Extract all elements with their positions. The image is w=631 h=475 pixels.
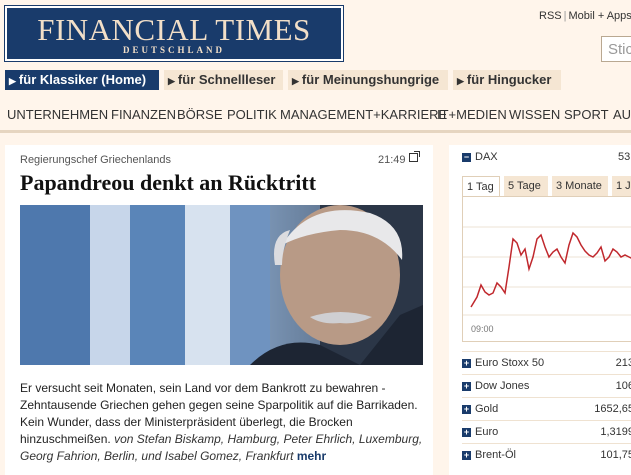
market-row[interactable]: + Dow Jones 106 [462, 374, 631, 397]
range-tab-5-days[interactable]: 5 Tage [504, 176, 548, 196]
market-row[interactable]: + Euro Stoxx 50 213 [462, 351, 631, 374]
article-headline[interactable]: Papandreou denkt an Rücktritt [20, 170, 316, 196]
tab-label: für Hingucker [466, 72, 552, 87]
nav-management-karriere[interactable]: MANAGEMENT+KARRIERE [280, 107, 447, 122]
nav-politik[interactable]: POLITIK [227, 107, 277, 122]
minus-icon[interactable]: − [462, 152, 471, 162]
plus-icon[interactable]: + [462, 450, 471, 460]
market-row[interactable]: + Euro 1,3199 [462, 420, 631, 443]
search-input[interactable]: Stic [601, 36, 631, 62]
market-value: 1652,65 [594, 403, 631, 415]
plus-icon[interactable]: + [462, 358, 471, 368]
dax-value: 53 [618, 151, 631, 163]
arrow-right-icon: ▶ [9, 76, 16, 86]
photo-illustration [20, 205, 423, 365]
dax-header[interactable]: − DAX [462, 151, 498, 163]
range-tab-3-months[interactable]: 3 Monate [552, 176, 608, 196]
tab-schnellleser[interactable]: ▶ für Schnellleser [164, 70, 283, 90]
top-links: RSS | Mobil + Apps [539, 10, 631, 22]
dax-series-line [470, 231, 631, 308]
market-row[interactable]: + Gold 1652,65 [462, 397, 631, 420]
market-name: Dow Jones [475, 380, 530, 392]
logo-title: FINANCIAL TIMES [37, 12, 311, 47]
logo-subtitle: DEUTSCHLAND [122, 45, 225, 55]
plus-icon[interactable]: + [462, 404, 471, 414]
market-name: Brent-Öl [475, 449, 516, 461]
arrow-right-icon: ▶ [168, 76, 175, 86]
market-name: Euro Stoxx 50 [475, 357, 545, 369]
range-tab-1-year[interactable]: 1 Ja [612, 176, 631, 196]
rss-link[interactable]: RSS [539, 10, 562, 22]
chart-x-label: 09:00 [471, 324, 494, 334]
nav-it-medien[interactable]: IT+MEDIEN [437, 107, 507, 122]
article-teaser: Er versucht seit Monaten, sein Land vor … [20, 380, 424, 465]
link-separator: | [563, 10, 567, 22]
arrow-right-icon: ▶ [457, 76, 464, 86]
market-name: Gold [475, 403, 499, 415]
market-value: 101,75 [600, 449, 631, 461]
plus-icon[interactable]: + [462, 381, 471, 391]
market-value: 1,3199 [600, 426, 631, 438]
tab-label: für Klassiker (Home) [18, 72, 147, 87]
nav-wissen[interactable]: WISSEN [509, 107, 560, 122]
article-time: 21:49 [378, 154, 406, 166]
mobile-apps-link[interactable]: Mobil + Apps [568, 10, 631, 22]
article-photo[interactable] [20, 205, 423, 365]
main-nav: UNTERNEHMEN FINANZEN BÖRSE POLITIK MANAG… [0, 104, 631, 126]
range-tab-1-day[interactable]: 1 Tag [462, 176, 500, 196]
more-link[interactable]: mehr [297, 449, 326, 463]
audience-tabs: ▶ für Klassiker (Home) ▶ für Schnellleser … [0, 70, 631, 92]
arrow-right-icon: ▶ [292, 76, 299, 86]
external-link-icon[interactable] [409, 151, 420, 162]
tab-label: für Meinungshungrige [301, 72, 440, 87]
divider [0, 130, 631, 133]
market-value: 106 [615, 380, 631, 392]
nav-boerse[interactable]: BÖRSE [177, 107, 223, 122]
nav-auto[interactable]: AUT [613, 107, 631, 122]
article-kicker: Regierungschef Griechenlands [20, 154, 172, 166]
dax-line-chart: 09:00 [463, 226, 631, 334]
nav-unternehmen[interactable]: UNTERNEHMEN [7, 107, 108, 122]
nav-finanzen[interactable]: FINANZEN [111, 107, 176, 122]
plus-icon[interactable]: + [462, 427, 471, 437]
market-name: Euro [475, 426, 499, 438]
dax-chart[interactable]: 09:00 [462, 196, 631, 342]
tab-meinungshungrige[interactable]: ▶ für Meinungshungrige [288, 70, 448, 90]
tab-label: für Schnellleser [177, 72, 276, 87]
ft-logo[interactable]: FINANCIAL TIMES DEUTSCHLAND [4, 5, 344, 62]
market-value: 213 [615, 357, 631, 369]
tab-klassiker[interactable]: ▶ für Klassiker (Home) [5, 70, 159, 90]
nav-sport[interactable]: SPORT [564, 107, 609, 122]
dax-label: DAX [475, 151, 498, 163]
tab-hingucker[interactable]: ▶ für Hingucker [453, 70, 561, 90]
